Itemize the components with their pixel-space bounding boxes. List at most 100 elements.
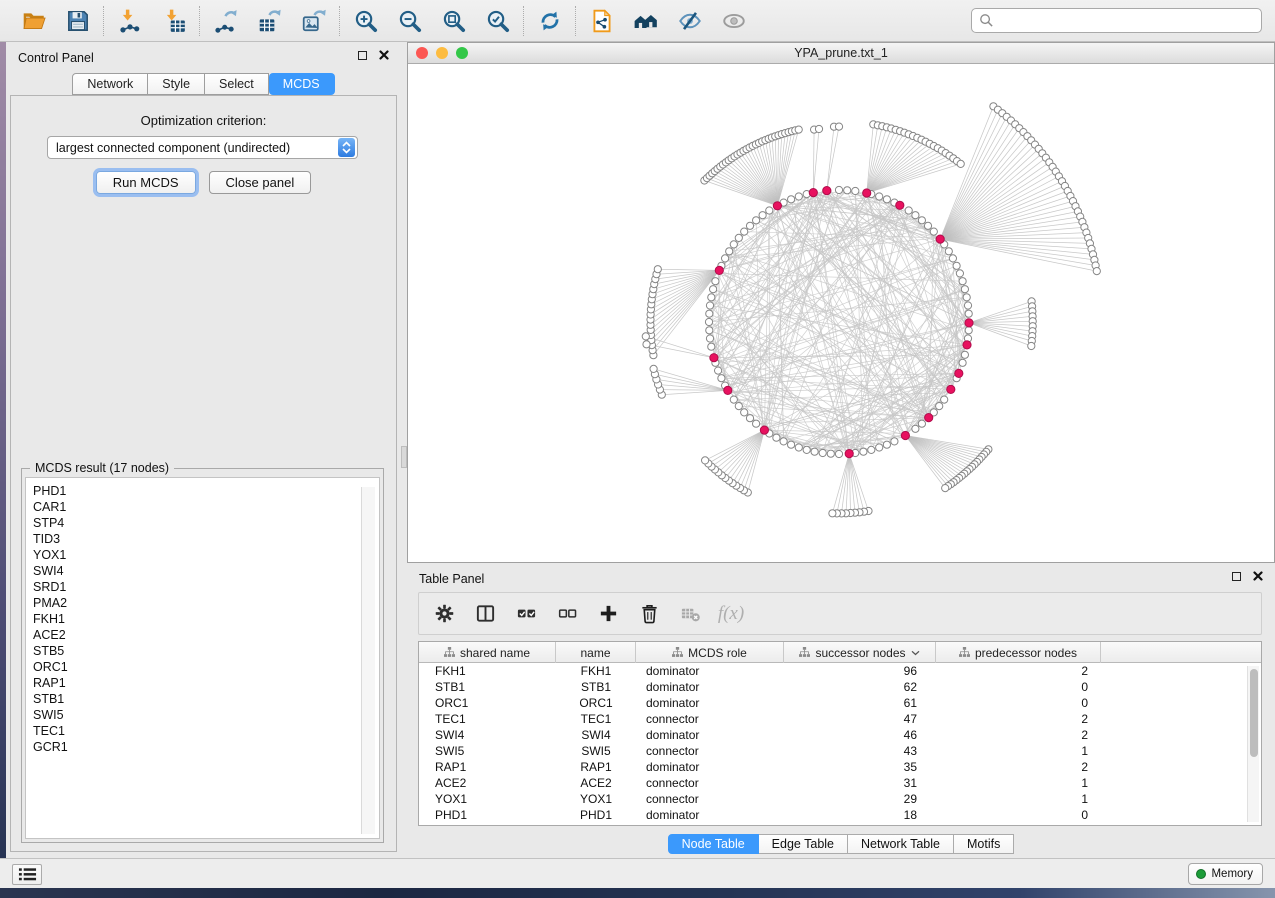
memory-button[interactable]: Memory xyxy=(1188,863,1263,885)
application-window: Control Panel NetworkStyleSelectMCDS Opt… xyxy=(0,0,1275,898)
mcds-result-node[interactable]: SWI4 xyxy=(33,563,379,579)
mcds-result-node[interactable]: STB1 xyxy=(33,691,379,707)
deselect-all-icon[interactable] xyxy=(555,602,579,626)
mcds-list-scrollbar[interactable] xyxy=(361,487,375,834)
table-row[interactable]: RAP1 RAP1 dominator 35 2 xyxy=(419,759,1261,775)
open-file-icon[interactable] xyxy=(20,7,47,34)
table-row[interactable]: ORC1 ORC1 dominator 61 0 xyxy=(419,695,1261,711)
import-group xyxy=(104,7,199,34)
table-tab[interactable]: Network Table xyxy=(848,834,954,854)
search-box[interactable] xyxy=(971,8,1262,33)
table-body: FKH1 FKH1 dominator 96 2 STB1 STB1 domin… xyxy=(419,663,1261,823)
hide-selected-icon[interactable] xyxy=(676,7,703,34)
control-panel-tab[interactable]: Select xyxy=(205,73,269,95)
export-group xyxy=(200,7,339,34)
show-columns-icon[interactable] xyxy=(473,602,497,626)
control-panel-tab[interactable]: MCDS xyxy=(269,73,335,95)
column-header-predecessor-nodes[interactable]: predecessor nodes xyxy=(936,642,1101,663)
mcds-result-node[interactable]: FKH1 xyxy=(33,611,379,627)
memory-status-icon xyxy=(1196,869,1206,879)
network-canvas[interactable] xyxy=(408,64,1274,562)
table-row[interactable]: SWI4 SWI4 dominator 46 2 xyxy=(419,727,1261,743)
table-scrollbar[interactable] xyxy=(1247,666,1259,822)
mcds-result-node[interactable]: SRD1 xyxy=(33,579,379,595)
float-window-icon[interactable] xyxy=(1232,572,1241,581)
export-network-icon[interactable] xyxy=(212,7,239,34)
float-window-icon[interactable] xyxy=(358,51,367,60)
sitemap-icon xyxy=(672,647,683,658)
criterion-select[interactable]: largest connected component (undirected) xyxy=(47,136,358,159)
table-row[interactable]: FKH1 FKH1 dominator 96 2 xyxy=(419,663,1261,679)
task-history-button[interactable] xyxy=(12,864,42,885)
mcds-result-node[interactable]: CAR1 xyxy=(33,499,379,515)
function-builder-icon[interactable]: f(x) xyxy=(719,602,743,626)
table-scrollbar-thumb[interactable] xyxy=(1250,669,1258,757)
zoom-selected-icon[interactable] xyxy=(484,7,511,34)
select-all-icon[interactable] xyxy=(514,602,538,626)
mcds-result-node[interactable]: YOX1 xyxy=(33,547,379,563)
mcds-result-list[interactable]: PHD1CAR1STP4TID3YOX1SWI4SRD1PMA2FKH1ACE2… xyxy=(25,477,380,839)
table-panel-title: Table Panel xyxy=(407,563,1275,586)
show-all-icon[interactable] xyxy=(720,7,747,34)
delete-column-icon[interactable] xyxy=(637,602,661,626)
file-group xyxy=(8,7,103,34)
close-panel-icon[interactable] xyxy=(379,50,389,60)
column-header-name[interactable]: name xyxy=(556,642,636,663)
mcds-result-node[interactable]: STB5 xyxy=(33,643,379,659)
mcds-result-node[interactable]: STP4 xyxy=(33,515,379,531)
table-tab[interactable]: Node Table xyxy=(668,834,759,854)
column-header-mcds-role[interactable]: MCDS role xyxy=(636,642,784,663)
table-panel: Table Panel xyxy=(407,563,1275,858)
run-mcds-button[interactable]: Run MCDS xyxy=(96,171,196,194)
close-panel-button[interactable]: Close panel xyxy=(209,171,312,194)
delete-table-icon[interactable] xyxy=(678,602,702,626)
mcds-tab-content: Optimization criterion: largest connecte… xyxy=(10,95,397,852)
table-row[interactable]: STB1 STB1 dominator 62 0 xyxy=(419,679,1261,695)
control-panel-tab[interactable]: Network xyxy=(72,73,148,95)
table-row[interactable]: SWI5 SWI5 connector 43 1 xyxy=(419,743,1261,759)
table-row[interactable]: PHD1 PHD1 dominator 18 0 xyxy=(419,807,1261,823)
export-table-icon[interactable] xyxy=(256,7,283,34)
control-panel-tab[interactable]: Style xyxy=(148,73,205,95)
sitemap-icon xyxy=(959,647,970,658)
mcds-result-node[interactable]: PHD1 xyxy=(33,483,379,499)
view-group xyxy=(576,7,759,34)
mcds-result-node[interactable]: SWI5 xyxy=(33,707,379,723)
sitemap-icon xyxy=(444,647,455,658)
column-header-shared-name[interactable]: shared name xyxy=(419,642,556,663)
refresh-group xyxy=(524,7,575,34)
new-network-from-selection-icon[interactable] xyxy=(588,7,615,34)
mcds-result-node[interactable]: GCR1 xyxy=(33,739,379,755)
export-image-icon[interactable] xyxy=(300,7,327,34)
network-window-titlebar[interactable]: YPA_prune.txt_1 xyxy=(408,43,1274,64)
close-panel-icon[interactable] xyxy=(1253,571,1263,581)
column-header-successor-nodes[interactable]: successor nodes xyxy=(784,642,936,663)
import-network-icon[interactable] xyxy=(116,7,143,34)
table-tab[interactable]: Edge Table xyxy=(759,834,848,854)
mcds-result-node[interactable]: ACE2 xyxy=(33,627,379,643)
mcds-result-node[interactable]: RAP1 xyxy=(33,675,379,691)
table-settings-icon[interactable] xyxy=(432,602,456,626)
mcds-result-node[interactable]: TID3 xyxy=(33,531,379,547)
table-toolbar: f(x) xyxy=(418,592,1262,635)
first-neighbors-icon[interactable] xyxy=(632,7,659,34)
table-row[interactable]: TEC1 TEC1 connector 47 2 xyxy=(419,711,1261,727)
zoom-out-icon[interactable] xyxy=(396,7,423,34)
mcds-result-title: MCDS result (17 nodes) xyxy=(30,461,174,475)
import-table-icon[interactable] xyxy=(160,7,187,34)
search-input[interactable] xyxy=(999,11,1261,31)
mcds-result-node[interactable]: PMA2 xyxy=(33,595,379,611)
table-row[interactable]: YOX1 YOX1 connector 29 1 xyxy=(419,791,1261,807)
optimization-criterion-label: Optimization criterion: xyxy=(11,113,396,128)
mcds-result-node[interactable]: ORC1 xyxy=(33,659,379,675)
zoom-fit-icon[interactable] xyxy=(440,7,467,34)
add-column-icon[interactable] xyxy=(596,602,620,626)
desktop-wallpaper-bottom xyxy=(0,888,1275,898)
refresh-icon[interactable] xyxy=(536,7,563,34)
zoom-in-icon[interactable] xyxy=(352,7,379,34)
table-row[interactable]: ACE2 ACE2 connector 31 1 xyxy=(419,775,1261,791)
save-session-icon[interactable] xyxy=(64,7,91,34)
mcds-result-node[interactable]: TEC1 xyxy=(33,723,379,739)
network-graph[interactable] xyxy=(408,64,1274,562)
table-tab[interactable]: Motifs xyxy=(954,834,1014,854)
